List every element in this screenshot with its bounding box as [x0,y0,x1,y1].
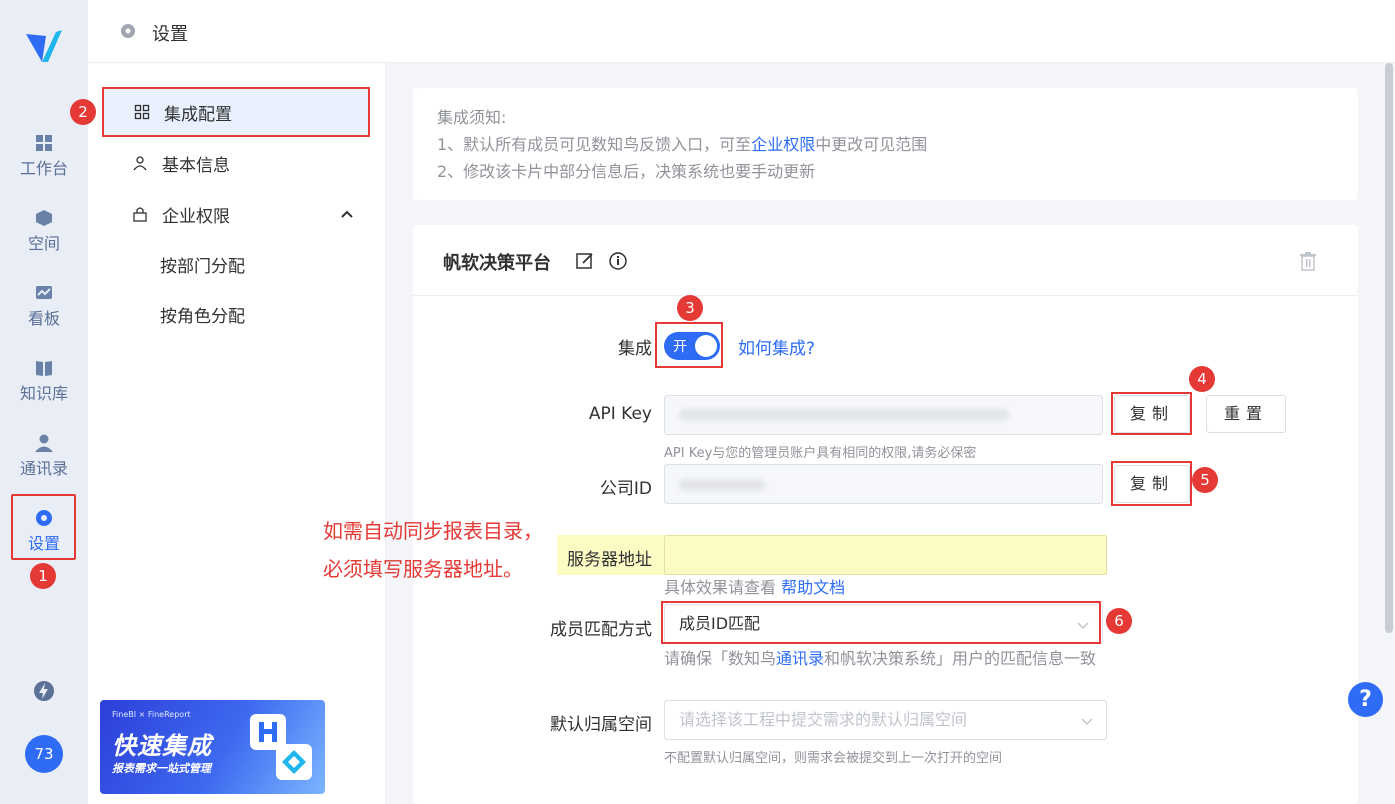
banner-top-text: FineBI × FineReport [112,710,191,719]
page-title: 设置 [152,24,188,45]
lightning-icon[interactable] [33,680,55,702]
chevron-up-icon[interactable] [340,207,354,221]
space-hint: 不配置默认归属空间，则需求会被提交到上一次打开的空间 [664,751,1003,766]
blurred-value [679,479,765,491]
annotation-box-settings [11,494,76,560]
server-hint: 具体效果请查看 帮助文档 [664,578,846,597]
dashboard-icon [36,135,52,151]
app-logo-icon[interactable] [24,26,64,66]
rail-item-label: 通讯录 [19,459,68,478]
apikey-field[interactable] [664,395,1103,435]
page-header: 设置 [88,0,1395,63]
help-button[interactable]: ? [1348,682,1383,717]
scrollbar[interactable] [1385,63,1393,633]
how-to-integrate-link[interactable]: 如何集成? [738,334,815,359]
finebi-logo-icon [276,744,312,780]
submenu-child-by-role[interactable]: 按角色分配 [160,302,245,327]
annotation-box-match [661,601,1101,644]
annotation-note-line-1: 如需自动同步报表目录， [323,519,543,543]
annotation-badge-2: 2 [70,99,96,125]
contacts-icon [35,434,53,452]
submenu-item-permissions[interactable]: 企业权限 [102,189,370,239]
book-icon [36,361,52,376]
annotation-note-line-2: 必须填写服务器地址。 [323,557,523,581]
space-placeholder: 请选择该工程中提交需求的默认归属空间 [679,710,968,729]
notice-line-1: 1、默认所有成员可见数知鸟反馈入口，可至企业权限中更改可见范围 [437,135,928,154]
info-icon[interactable] [608,251,628,271]
settings-submenu: 集成配置 2 基本信息 企业权限 按部门分配 按角色分配 FineBI × Fi… [70,63,386,804]
integrate-label: 集成 [618,339,652,359]
card-title: 帆软决策平台 [443,253,551,274]
submenu-item-label: 企业权限 [162,206,230,227]
annotation-badge-6: 6 [1106,608,1132,634]
user-icon [133,156,147,171]
chevron-down-icon [1081,718,1093,726]
rail-item-label: 看板 [27,309,60,328]
grid-icon [134,104,150,120]
rail-item-label: 知识库 [19,384,68,403]
avatar[interactable]: 73 [25,735,63,773]
notice-line-2: 2、修改该卡片中部分信息后，决策系统也要手动更新 [437,162,816,181]
rail-item-knowledge[interactable]: 知识库 [0,358,88,420]
server-address-field[interactable] [664,535,1107,575]
promo-banner[interactable]: FineBI × FineReport 快速集成 报表需求一站式管理 [100,700,325,794]
match-label: 成员匹配方式 [550,620,652,640]
annotation-badge-4: 4 [1189,366,1215,392]
rail-item-label: 工作台 [19,159,68,178]
reset-button[interactable]: 重置 [1206,395,1286,433]
submenu-item-label: 集成配置 [164,104,232,125]
match-hint: 请确保「数知鸟通讯录和帆软决策系统」用户的匹配信息一致 [664,649,1097,668]
annotation-box-toggle [655,322,723,368]
help-doc-link[interactable]: 帮助文档 [781,578,845,597]
rail-item-space[interactable]: 空间 [0,208,88,270]
server-label: 服务器地址 [567,550,652,570]
apikey-label: API Key [588,404,652,424]
rail-item-board[interactable]: 看板 [0,283,88,345]
trash-icon[interactable] [1299,251,1317,271]
submenu-item-basic-info[interactable]: 基本信息 [102,138,370,188]
integration-notice: 集成须知: 1、默认所有成员可见数知鸟反馈入口，可至企业权限中更改可见范围 2、… [413,88,1358,200]
rail-item-contacts[interactable]: 通讯录 [0,433,88,495]
submenu-child-by-department[interactable]: 按部门分配 [160,252,245,277]
notice-title: 集成须知: [437,108,507,127]
annotation-badge-1: 1 [30,563,56,589]
rail-item-label: 空间 [27,234,60,253]
company-id-field[interactable] [664,464,1103,504]
chart-board-icon [36,286,52,299]
edit-icon[interactable] [575,251,595,271]
company-id-label: 公司ID [599,479,652,499]
annotation-box-copy-apikey [1111,392,1192,435]
permissions-link[interactable]: 企业权限 [751,135,815,154]
apikey-hint: API Key与您的管理员账户具有相同的权限,请务必保密 [664,446,977,461]
lock-icon [133,207,147,222]
submenu-item-integration[interactable]: 集成配置 [102,87,370,137]
annotation-badge-5: 5 [1192,467,1218,493]
gear-icon [121,24,135,38]
banner-title: 快速集成 [112,732,212,760]
cube-icon [36,210,52,226]
card-header: 帆软决策平台 [413,225,1358,296]
submenu-item-label: 基本信息 [162,155,230,176]
annotation-badge-3: 3 [677,295,703,321]
banner-subtitle: 报表需求一站式管理 [112,762,211,775]
blurred-value [679,409,1009,421]
annotation-note: 如需自动同步报表目录， 必须填写服务器地址。 [323,512,543,588]
rail-item-workbench[interactable]: 工作台 [0,133,88,195]
default-space-select[interactable]: 请选择该工程中提交需求的默认归属空间 [664,700,1107,740]
space-label: 默认归属空间 [550,715,652,735]
annotation-box-copy-company [1111,461,1192,506]
contacts-link[interactable]: 通讯录 [776,649,824,668]
